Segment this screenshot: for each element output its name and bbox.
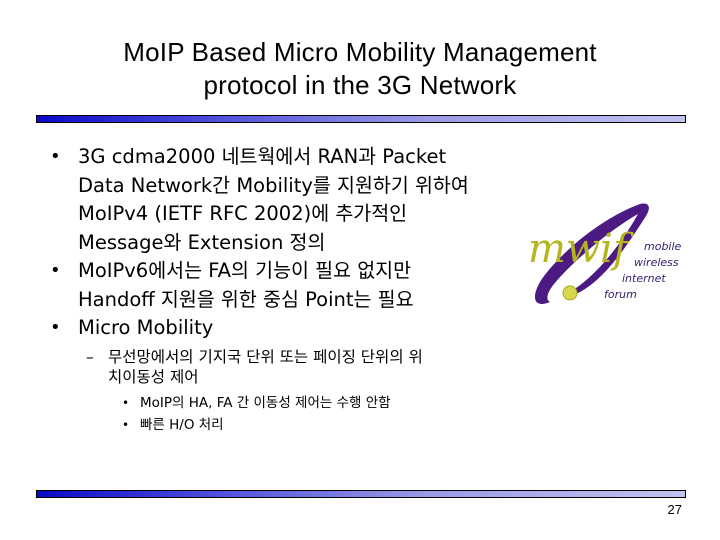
bullet-icon: • <box>122 395 130 410</box>
title-line-2: protocol in the 3G Network <box>203 70 517 100</box>
logo-tagline-wireless: wireless <box>634 256 679 269</box>
title-divider-bar <box>36 115 686 123</box>
sub-sub-bullet-item: • 빠른 H/O 처리 <box>50 414 610 436</box>
sub-sub-bullet-text: MoIP의 HA, FA 간 이동성 제어는 수행 안함 <box>140 394 391 411</box>
sub-bullet-line: 무선망에서의 기지국 단위 또는 페이징 단위의 위 <box>108 347 423 366</box>
bullet-line: 3G cdma2000 네트웍에서 RAN과 Packet <box>78 145 447 168</box>
mwif-logo: mwif mobile wireless internet forum <box>528 203 682 304</box>
page-number: 27 <box>667 502 682 517</box>
dash-icon: – <box>86 347 94 366</box>
sub-sub-list: • MoIP의 HA, FA 간 이동성 제어는 수행 안함 • 빠른 H/O … <box>50 392 610 436</box>
sub-sub-bullet-text: 빠른 H/O 처리 <box>140 416 224 433</box>
logo-orb-icon <box>562 285 578 301</box>
footer-divider-bar <box>36 490 686 498</box>
sub-bullet-line: 치이동성 제어 <box>108 368 199 386</box>
bullet-icon: • <box>50 146 61 167</box>
title-line-1: MoIP Based Micro Mobility Management <box>123 37 597 67</box>
logo-wordmark: mwif <box>528 226 634 272</box>
logo-tagline-internet: internet <box>622 272 666 285</box>
bullet-icon: • <box>50 317 61 338</box>
bullet-icon: • <box>122 417 130 432</box>
bullet-icon: • <box>50 260 61 281</box>
logo-tagline-mobile: mobile <box>644 240 682 253</box>
slide-title: MoIP Based Micro Mobility Management pro… <box>0 36 720 102</box>
bullet-line: Data Network간 Mobility를 지원하기 위하여 <box>78 173 469 197</box>
sub-sub-bullet-item: • MoIP의 HA, FA 간 이동성 제어는 수행 안함 <box>50 392 610 414</box>
sub-bullet-item: – 무선망에서의 기지국 단위 또는 페이징 단위의 위 치이동성 제어 <box>50 347 578 388</box>
logo-tagline-forum: forum <box>604 288 637 301</box>
